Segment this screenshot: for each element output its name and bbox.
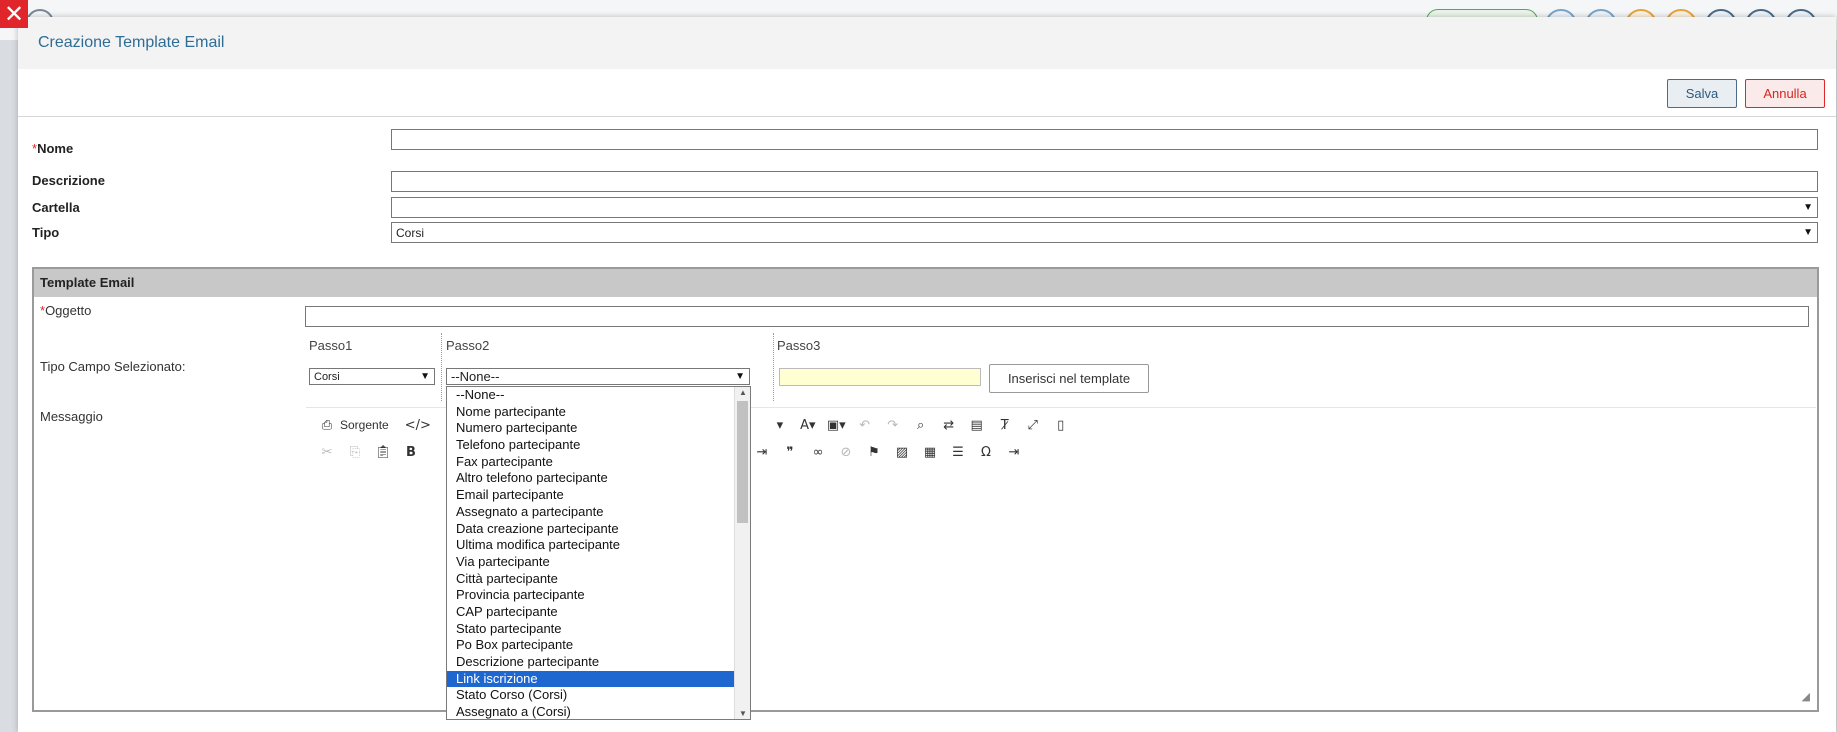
field-type-label: Tipo Campo Selezionato: <box>40 359 186 374</box>
folder-label: Cartella <box>32 200 80 215</box>
dropdown-option[interactable]: Link iscrizione <box>447 670 735 688</box>
unlink-icon[interactable]: ⊘ <box>837 445 855 460</box>
description-label: Descrizione <box>32 173 105 188</box>
type-select-value: Corsi <box>396 225 425 240</box>
image-icon[interactable]: ▨ <box>893 445 911 460</box>
resize-handle-icon[interactable]: ◢ <box>1802 690 1810 703</box>
name-label: *Nome <box>32 141 73 156</box>
subject-label-text: Oggetto <box>45 303 92 318</box>
scroll-down-icon[interactable]: ▼ <box>735 709 750 718</box>
template-email-modal: Creazione Template Email Salva Annulla *… <box>18 17 1836 732</box>
code-icon[interactable]: </> <box>405 418 431 433</box>
step-divider <box>773 333 774 401</box>
insert-list-icon[interactable]: ⇥ <box>1005 445 1023 460</box>
type-label: Tipo <box>32 225 60 240</box>
scroll-up-icon[interactable]: ▲ <box>735 388 750 397</box>
chevron-down-icon: ▼ <box>420 371 430 382</box>
dropdown-scrollbar[interactable]: ▲ ▼ <box>734 387 750 719</box>
redo-icon[interactable]: ↷ <box>884 418 902 433</box>
copy-icon[interactable]: ⎘ <box>346 445 364 460</box>
step2-label: Passo2 <box>446 338 490 353</box>
maximize-icon[interactable]: ⤢ <box>1024 418 1042 433</box>
subject-label: *Oggetto <box>40 303 91 318</box>
chevron-down-icon[interactable]: ▾ <box>771 418 789 433</box>
indent-icon[interactable]: ⇥ <box>753 445 771 460</box>
template-email-section: Template Email *Oggetto Tipo Campo Selez… <box>32 267 1819 712</box>
step2-select[interactable]: --None-- ▼ <box>446 368 750 385</box>
dropdown-option[interactable]: Telefono partecipante <box>447 437 735 454</box>
search-icon[interactable]: ⌕ <box>912 418 930 433</box>
save-button[interactable]: Salva <box>1667 79 1737 108</box>
dropdown-option[interactable]: Assegnato a (Corsi) <box>447 704 735 719</box>
dropdown-option[interactable]: Altro telefono partecipante <box>447 470 735 487</box>
modal-title: Creazione Template Email <box>18 17 1836 69</box>
dropdown-options: --None-- Nome partecipante Numero partecip… <box>447 387 735 719</box>
special-char-icon[interactable]: Ω <box>977 445 995 460</box>
cut-icon[interactable]: ✂ <box>318 445 336 460</box>
dropdown-option[interactable]: Descrizione partecipante <box>447 654 735 671</box>
step1-label: Passo1 <box>309 338 353 353</box>
replace-icon[interactable]: ⇄ <box>940 418 958 433</box>
dropdown-option[interactable]: --None-- <box>447 387 735 404</box>
dropdown-option[interactable]: Ultima modifica partecipante <box>447 537 735 554</box>
step3-field[interactable] <box>779 368 981 386</box>
cancel-button[interactable]: Annulla <box>1745 79 1825 108</box>
close-icon[interactable]: ✕ <box>0 0 28 28</box>
paste-icon[interactable]: 📋︎ <box>374 445 392 460</box>
remove-format-icon[interactable]: T̷ <box>996 418 1014 433</box>
dropdown-option[interactable]: CAP partecipante <box>447 604 735 621</box>
table-icon[interactable]: ▦ <box>921 445 939 460</box>
dropdown-option[interactable]: Po Box partecipante <box>447 637 735 654</box>
chevron-down-icon: ▼ <box>1803 227 1813 238</box>
dropdown-option[interactable]: Data creazione partecipante <box>447 521 735 538</box>
dropdown-option[interactable]: Email partecipante <box>447 487 735 504</box>
step3-label: Passo3 <box>777 338 821 353</box>
insert-template-button[interactable]: Inserisci nel template <box>989 364 1149 393</box>
scrollbar-thumb[interactable] <box>737 401 748 523</box>
dropdown-option[interactable]: Stato partecipante <box>447 621 735 638</box>
section-title: Template Email <box>34 269 1817 297</box>
step2-dropdown-list[interactable]: --None-- Nome partecipante Numero partecip… <box>446 386 751 720</box>
dropdown-option[interactable]: Stato Corso (Corsi) <box>447 687 735 704</box>
name-field[interactable] <box>391 129 1818 150</box>
subject-field[interactable] <box>305 306 1809 327</box>
show-blocks-icon[interactable]: ▯ <box>1052 418 1070 433</box>
blockquote-icon[interactable]: ❞ <box>781 445 799 460</box>
step2-select-value: --None-- <box>451 369 500 384</box>
chevron-down-icon: ▼ <box>1803 202 1813 213</box>
name-label-text: Nome <box>37 141 74 156</box>
dropdown-option[interactable]: Nome partecipante <box>447 404 735 421</box>
dropdown-option[interactable]: Provincia partecipante <box>447 587 735 604</box>
chevron-down-icon: ▼ <box>735 371 745 382</box>
step-divider <box>441 333 442 401</box>
step1-select[interactable]: Corsi ▼ <box>309 368 435 385</box>
background-color-icon[interactable]: ▣▾ <box>827 418 846 433</box>
folder-select[interactable]: ▼ <box>391 197 1818 218</box>
undo-icon[interactable]: ↶ <box>856 418 874 433</box>
horizontal-line-icon[interactable]: ☰ <box>949 445 967 460</box>
dropdown-option[interactable]: Città partecipante <box>447 571 735 588</box>
step1-select-value: Corsi <box>314 370 340 383</box>
type-select[interactable]: Corsi ▼ <box>391 222 1818 243</box>
dropdown-option[interactable]: Via partecipante <box>447 554 735 571</box>
anchor-flag-icon[interactable]: ⚑ <box>865 445 883 460</box>
select-all-icon[interactable]: ▤ <box>968 418 986 433</box>
link-icon[interactable]: ∞ <box>809 445 827 460</box>
modal-toolbar: Salva Annulla <box>18 69 1836 117</box>
source-button[interactable]: Sorgente <box>340 418 389 432</box>
dropdown-option[interactable]: Assegnato a partecipante <box>447 504 735 521</box>
text-color-icon[interactable]: A▾ <box>799 418 817 433</box>
description-field[interactable] <box>391 171 1818 192</box>
dropdown-option[interactable]: Numero partecipante <box>447 420 735 437</box>
bold-icon[interactable]: B <box>402 445 420 460</box>
message-label: Messaggio <box>40 409 103 424</box>
source-icon[interactable]: ⎙ <box>318 418 336 433</box>
dropdown-option[interactable]: Fax partecipante <box>447 454 735 471</box>
